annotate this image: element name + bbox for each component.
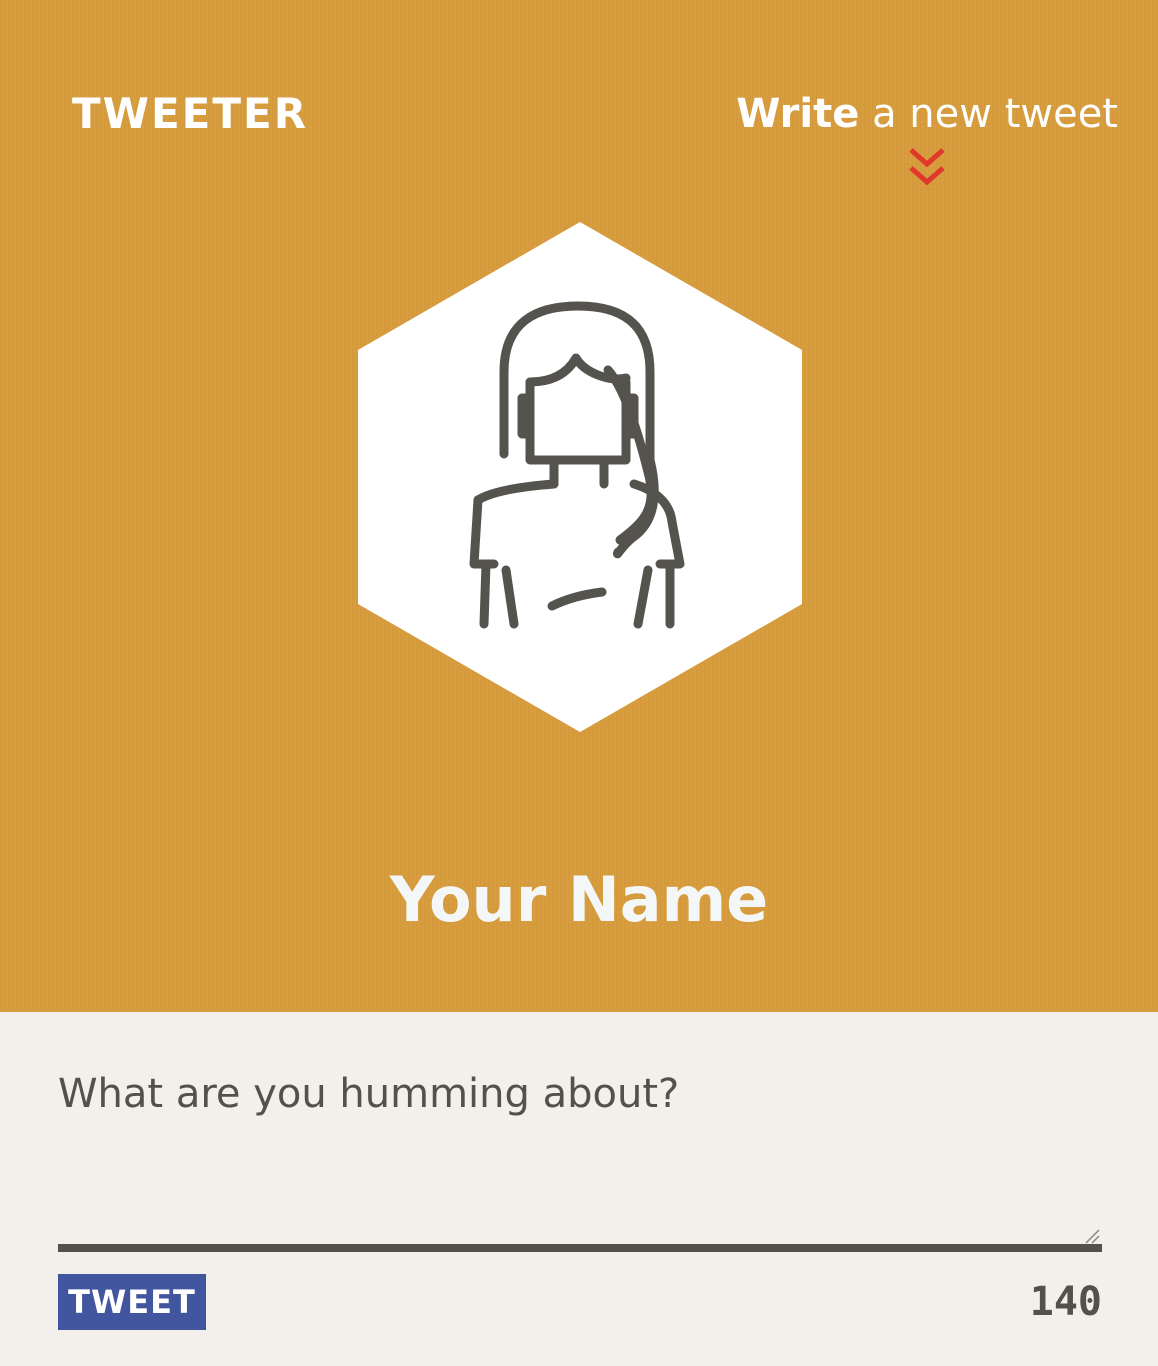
tweet-composer: TWEET 140: [0, 1012, 1158, 1366]
woman-avatar-icon: [358, 222, 802, 732]
user-name: Your Name: [389, 863, 769, 936]
textarea-resize-handle[interactable]: [1084, 1228, 1100, 1244]
app-logo: TWEETER: [72, 89, 309, 138]
write-new-tweet-strong: Write: [736, 91, 860, 137]
write-new-tweet-rest: a new tweet: [859, 91, 1118, 137]
tweet-button[interactable]: TWEET: [58, 1274, 206, 1330]
write-new-tweet-label[interactable]: Write a new tweet: [736, 88, 1118, 140]
tweet-textarea[interactable]: [58, 1064, 1102, 1254]
write-new-tweet-toggle[interactable]: Write a new tweet: [736, 88, 1118, 190]
textarea-underline: [58, 1244, 1102, 1252]
profile-header: TWEETER Write a new tweet Your Name: [0, 0, 1158, 1012]
double-chevron-down-icon[interactable]: [907, 146, 947, 190]
char-counter: 140: [1029, 1279, 1102, 1325]
